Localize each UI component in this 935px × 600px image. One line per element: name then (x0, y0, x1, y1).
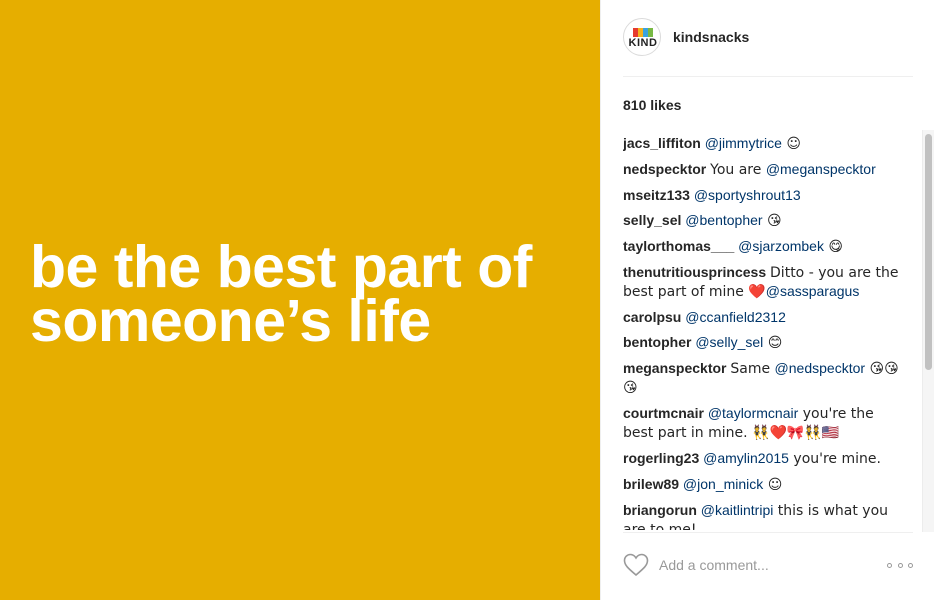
comment-mention-link[interactable]: @jon_minick (683, 476, 763, 492)
comment-username[interactable]: brilew89 (623, 476, 679, 492)
comment-username[interactable]: meganspecktor (623, 360, 726, 376)
comment-mention-link[interactable]: @sjarzombek (738, 238, 824, 254)
comment-username[interactable]: nedspecktor (623, 161, 706, 177)
comment-text: Same (730, 361, 775, 377)
avatar-logo-text: KIND (628, 37, 658, 49)
post-photo[interactable]: be the best part of someone’s life (0, 0, 600, 600)
comment-item: carolpsu @ccanfield2312 (623, 308, 901, 326)
comment-mention-link[interactable]: @taylormcnair (708, 405, 798, 421)
comment-text: you're mine. (788, 451, 881, 467)
comment-mention-link[interactable]: @kaitlintripi (701, 502, 774, 518)
divider (623, 532, 913, 533)
comment-item: selly_sel @bentopher 😘 (623, 211, 901, 230)
comment-username[interactable]: briangorun (623, 502, 697, 518)
comment-item: bentopher @selly_sel 😊 (623, 333, 901, 352)
comment-item: thenutritiousprincess Ditto - you are th… (623, 263, 901, 301)
comment-item: jacs_liffiton @jimmytrice ☺ (623, 134, 901, 153)
comments-list: jacs_liffiton @jimmytrice ☺ nedspecktor Y… (623, 134, 901, 530)
comment-item: courtmcnair @taylormcnair you're the bes… (623, 404, 901, 442)
photo-text-line-2: someone’s life (30, 288, 431, 354)
instagram-post-modal: be the best part of someone’s life KIND … (0, 0, 935, 600)
comment-mention-link[interactable]: @jimmytrice (705, 135, 782, 151)
avatar[interactable]: KIND (623, 18, 661, 56)
photo-text-line-1: be the best part of (30, 234, 532, 300)
comment-item: taylorthomas___ @sjarzombek 😋 (623, 237, 901, 256)
photo-caption-text: be the best part of someone’s life (30, 234, 532, 354)
comment-mention-link[interactable]: @amylin2015 (703, 450, 789, 466)
comment-username[interactable]: thenutritiousprincess (623, 264, 766, 280)
likes-count[interactable]: 810 likes (623, 97, 681, 113)
comment-mention-link[interactable]: @nedspecktor (775, 360, 865, 376)
comment-input[interactable] (659, 557, 887, 573)
dot (897, 562, 903, 568)
dot (908, 562, 913, 568)
dot (887, 562, 892, 568)
heart-outline-icon[interactable] (623, 553, 649, 577)
comment-item: mseitz133 @sportyshrout13 (623, 186, 901, 204)
logo-bar-green (648, 28, 653, 37)
comment-text: 😘 (762, 213, 782, 229)
comment-text: You are (710, 162, 766, 178)
comment-item: briangorun @kaitlintripi this is what yo… (623, 501, 901, 530)
comment-text: 😊 (763, 335, 783, 351)
comment-username[interactable]: courtmcnair (623, 405, 704, 421)
comments-scrollbar[interactable] (922, 130, 934, 532)
comment-mention-link[interactable]: @selly_sel (695, 334, 763, 350)
comment-username[interactable]: carolpsu (623, 309, 681, 325)
post-username[interactable]: kindsnacks (673, 29, 749, 45)
post-header: KIND kindsnacks (623, 18, 913, 77)
comment-mention-link[interactable]: @bentopher (685, 212, 762, 228)
comment-item: brilew89 @jon_minick ☺ (623, 475, 901, 494)
comment-item: nedspecktor You are @meganspecktor (623, 160, 901, 179)
comment-username[interactable]: selly_sel (623, 212, 681, 228)
scrollbar-thumb[interactable] (925, 134, 932, 370)
comment-text: 😋 (823, 239, 844, 255)
comment-username[interactable]: taylorthomas___ (623, 238, 734, 254)
comment-item: meganspecktor Same @nedspecktor 😘😘😘 (623, 359, 901, 397)
add-comment-row (623, 550, 913, 580)
more-options-icon[interactable] (887, 560, 913, 570)
comment-mention-link[interactable]: @sassparagus (766, 283, 860, 299)
comment-mention-link[interactable]: @sportyshrout13 (694, 187, 801, 203)
comment-text: ☺ (763, 477, 783, 493)
comment-username[interactable]: rogerling23 (623, 450, 699, 466)
comment-item: rogerling23 @amylin2015 you're mine. (623, 449, 901, 468)
comment-mention-link[interactable]: @ccanfield2312 (685, 309, 786, 325)
comment-username[interactable]: bentopher (623, 334, 691, 350)
comment-username[interactable]: mseitz133 (623, 187, 690, 203)
post-sidebar: KIND kindsnacks 810 likes jacs_liffiton … (600, 0, 935, 600)
comment-text: ☺ (781, 136, 801, 152)
comment-username[interactable]: jacs_liffiton (623, 135, 701, 151)
comment-mention-link[interactable]: @meganspecktor (766, 161, 876, 177)
